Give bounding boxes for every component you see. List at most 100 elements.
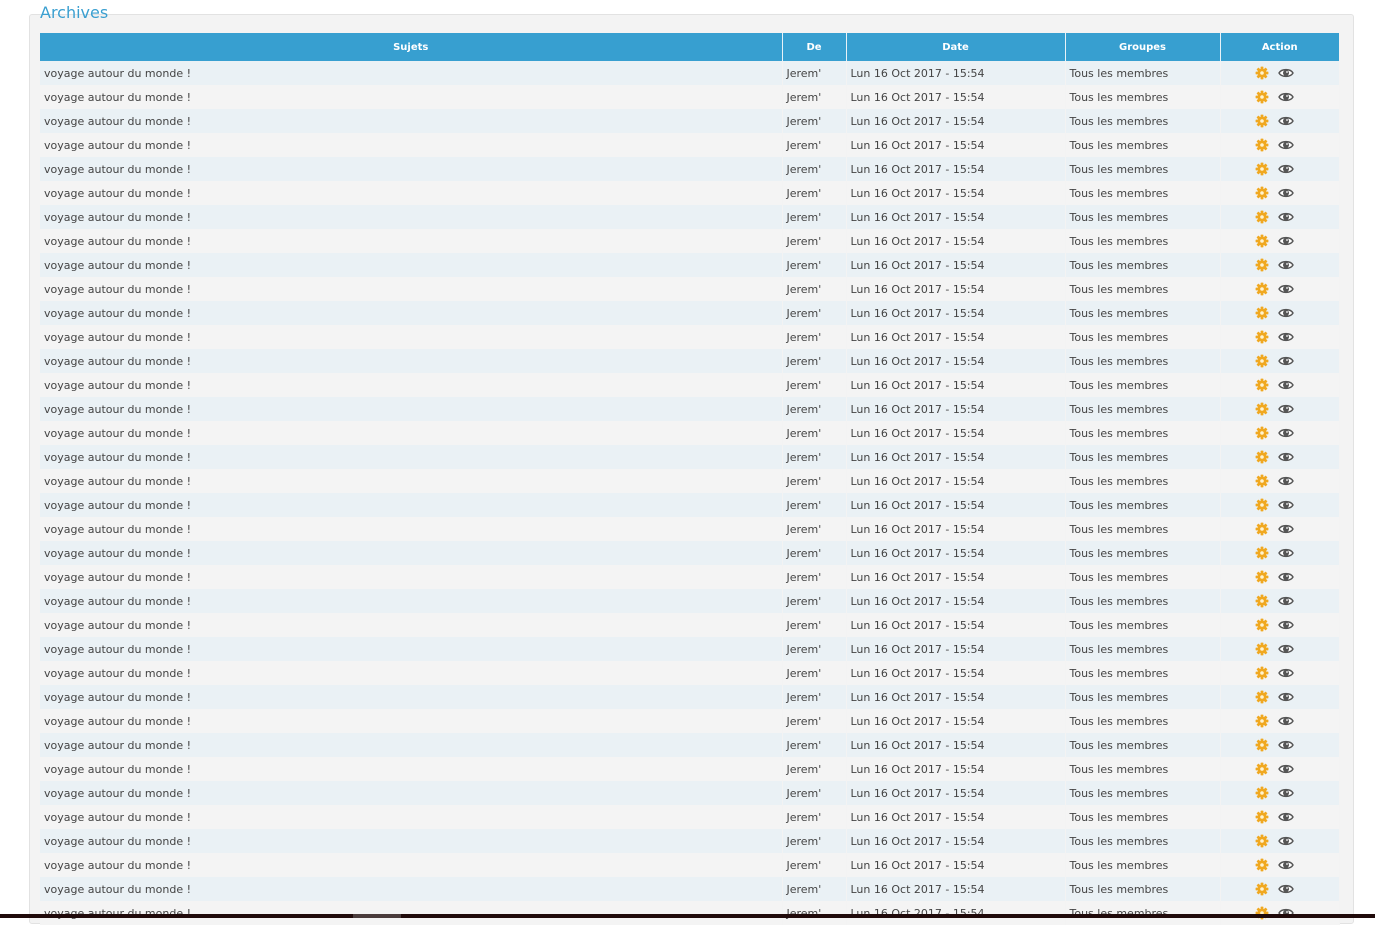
gear-icon[interactable] — [1255, 330, 1269, 344]
eye-icon[interactable] — [1277, 235, 1294, 247]
cell-from[interactable]: Jerem' — [782, 661, 847, 685]
eye-icon[interactable] — [1277, 715, 1294, 727]
eye-icon[interactable] — [1277, 499, 1294, 511]
gear-icon[interactable] — [1255, 210, 1269, 224]
eye-icon[interactable] — [1277, 427, 1294, 439]
cell-from[interactable]: Jerem' — [782, 445, 847, 469]
column-header-from[interactable]: De — [782, 33, 847, 61]
eye-icon[interactable] — [1277, 835, 1294, 847]
cell-from[interactable]: Jerem' — [782, 301, 847, 325]
cell-from[interactable]: Jerem' — [782, 253, 847, 277]
gear-icon[interactable] — [1255, 546, 1269, 560]
cell-subject[interactable]: voyage autour du monde ! — [40, 61, 783, 85]
cell-subject[interactable]: voyage autour du monde ! — [40, 85, 783, 109]
gear-icon[interactable] — [1255, 90, 1269, 104]
cell-subject[interactable]: voyage autour du monde ! — [40, 349, 783, 373]
cell-from[interactable]: Jerem' — [782, 733, 847, 757]
cell-subject[interactable]: voyage autour du monde ! — [40, 397, 783, 421]
gear-icon[interactable] — [1255, 378, 1269, 392]
eye-icon[interactable] — [1277, 259, 1294, 271]
eye-icon[interactable] — [1277, 331, 1294, 343]
cell-subject[interactable]: voyage autour du monde ! — [40, 781, 783, 805]
cell-from[interactable]: Jerem' — [782, 421, 847, 445]
gear-icon[interactable] — [1255, 450, 1269, 464]
cell-from[interactable]: Jerem' — [782, 469, 847, 493]
gear-icon[interactable] — [1255, 402, 1269, 416]
gear-icon[interactable] — [1255, 738, 1269, 752]
gear-icon[interactable] — [1255, 354, 1269, 368]
cell-from[interactable]: Jerem' — [782, 109, 847, 133]
cell-subject[interactable]: voyage autour du monde ! — [40, 661, 783, 685]
cell-from[interactable]: Jerem' — [782, 829, 847, 853]
cell-subject[interactable]: voyage autour du monde ! — [40, 253, 783, 277]
cell-from[interactable]: Jerem' — [782, 781, 847, 805]
cell-subject[interactable]: voyage autour du monde ! — [40, 637, 783, 661]
cell-subject[interactable]: voyage autour du monde ! — [40, 205, 783, 229]
eye-icon[interactable] — [1277, 643, 1294, 655]
gear-icon[interactable] — [1255, 858, 1269, 872]
cell-subject[interactable]: voyage autour du monde ! — [40, 421, 783, 445]
eye-icon[interactable] — [1277, 883, 1294, 895]
gear-icon[interactable] — [1255, 642, 1269, 656]
cell-subject[interactable]: voyage autour du monde ! — [40, 445, 783, 469]
cell-from[interactable]: Jerem' — [782, 373, 847, 397]
cell-from[interactable]: Jerem' — [782, 397, 847, 421]
cell-subject[interactable]: voyage autour du monde ! — [40, 325, 783, 349]
eye-icon[interactable] — [1277, 523, 1294, 535]
cell-subject[interactable]: voyage autour du monde ! — [40, 565, 783, 589]
eye-icon[interactable] — [1277, 307, 1294, 319]
gear-icon[interactable] — [1255, 522, 1269, 536]
gear-icon[interactable] — [1255, 498, 1269, 512]
cell-subject[interactable]: voyage autour du monde ! — [40, 829, 783, 853]
eye-icon[interactable] — [1277, 451, 1294, 463]
eye-icon[interactable] — [1277, 115, 1294, 127]
gear-icon[interactable] — [1255, 570, 1269, 584]
column-header-date[interactable]: Date — [846, 33, 1066, 61]
cell-subject[interactable]: voyage autour du monde ! — [40, 181, 783, 205]
eye-icon[interactable] — [1277, 283, 1294, 295]
cell-from[interactable]: Jerem' — [782, 517, 847, 541]
cell-subject[interactable]: voyage autour du monde ! — [40, 757, 783, 781]
eye-icon[interactable] — [1277, 547, 1294, 559]
gear-icon[interactable] — [1255, 234, 1269, 248]
cell-subject[interactable]: voyage autour du monde ! — [40, 301, 783, 325]
cell-subject[interactable]: voyage autour du monde ! — [40, 133, 783, 157]
cell-subject[interactable]: voyage autour du monde ! — [40, 853, 783, 877]
cell-subject[interactable]: voyage autour du monde ! — [40, 277, 783, 301]
eye-icon[interactable] — [1277, 403, 1294, 415]
cell-from[interactable]: Jerem' — [782, 685, 847, 709]
eye-icon[interactable] — [1277, 91, 1294, 103]
gear-icon[interactable] — [1255, 882, 1269, 896]
eye-icon[interactable] — [1277, 859, 1294, 871]
gear-icon[interactable] — [1255, 810, 1269, 824]
gear-icon[interactable] — [1255, 690, 1269, 704]
eye-icon[interactable] — [1277, 691, 1294, 703]
eye-icon[interactable] — [1277, 67, 1294, 79]
gear-icon[interactable] — [1255, 426, 1269, 440]
eye-icon[interactable] — [1277, 379, 1294, 391]
gear-icon[interactable] — [1255, 306, 1269, 320]
gear-icon[interactable] — [1255, 762, 1269, 776]
cell-from[interactable]: Jerem' — [782, 181, 847, 205]
cell-from[interactable]: Jerem' — [782, 493, 847, 517]
gear-icon[interactable] — [1255, 186, 1269, 200]
cell-subject[interactable]: voyage autour du monde ! — [40, 157, 783, 181]
cell-subject[interactable]: voyage autour du monde ! — [40, 685, 783, 709]
eye-icon[interactable] — [1277, 475, 1294, 487]
eye-icon[interactable] — [1277, 811, 1294, 823]
gear-icon[interactable] — [1255, 594, 1269, 608]
gear-icon[interactable] — [1255, 618, 1269, 632]
cell-subject[interactable]: voyage autour du monde ! — [40, 733, 783, 757]
cell-from[interactable]: Jerem' — [782, 901, 847, 925]
cell-subject[interactable]: voyage autour du monde ! — [40, 373, 783, 397]
eye-icon[interactable] — [1277, 763, 1294, 775]
eye-icon[interactable] — [1277, 139, 1294, 151]
cell-from[interactable]: Jerem' — [782, 277, 847, 301]
cell-from[interactable]: Jerem' — [782, 349, 847, 373]
cell-from[interactable]: Jerem' — [782, 61, 847, 85]
cell-subject[interactable]: voyage autour du monde ! — [40, 229, 783, 253]
cell-subject[interactable]: voyage autour du monde ! — [40, 493, 783, 517]
eye-icon[interactable] — [1277, 187, 1294, 199]
column-header-groups[interactable]: Groupes — [1065, 33, 1221, 61]
gear-icon[interactable] — [1255, 474, 1269, 488]
